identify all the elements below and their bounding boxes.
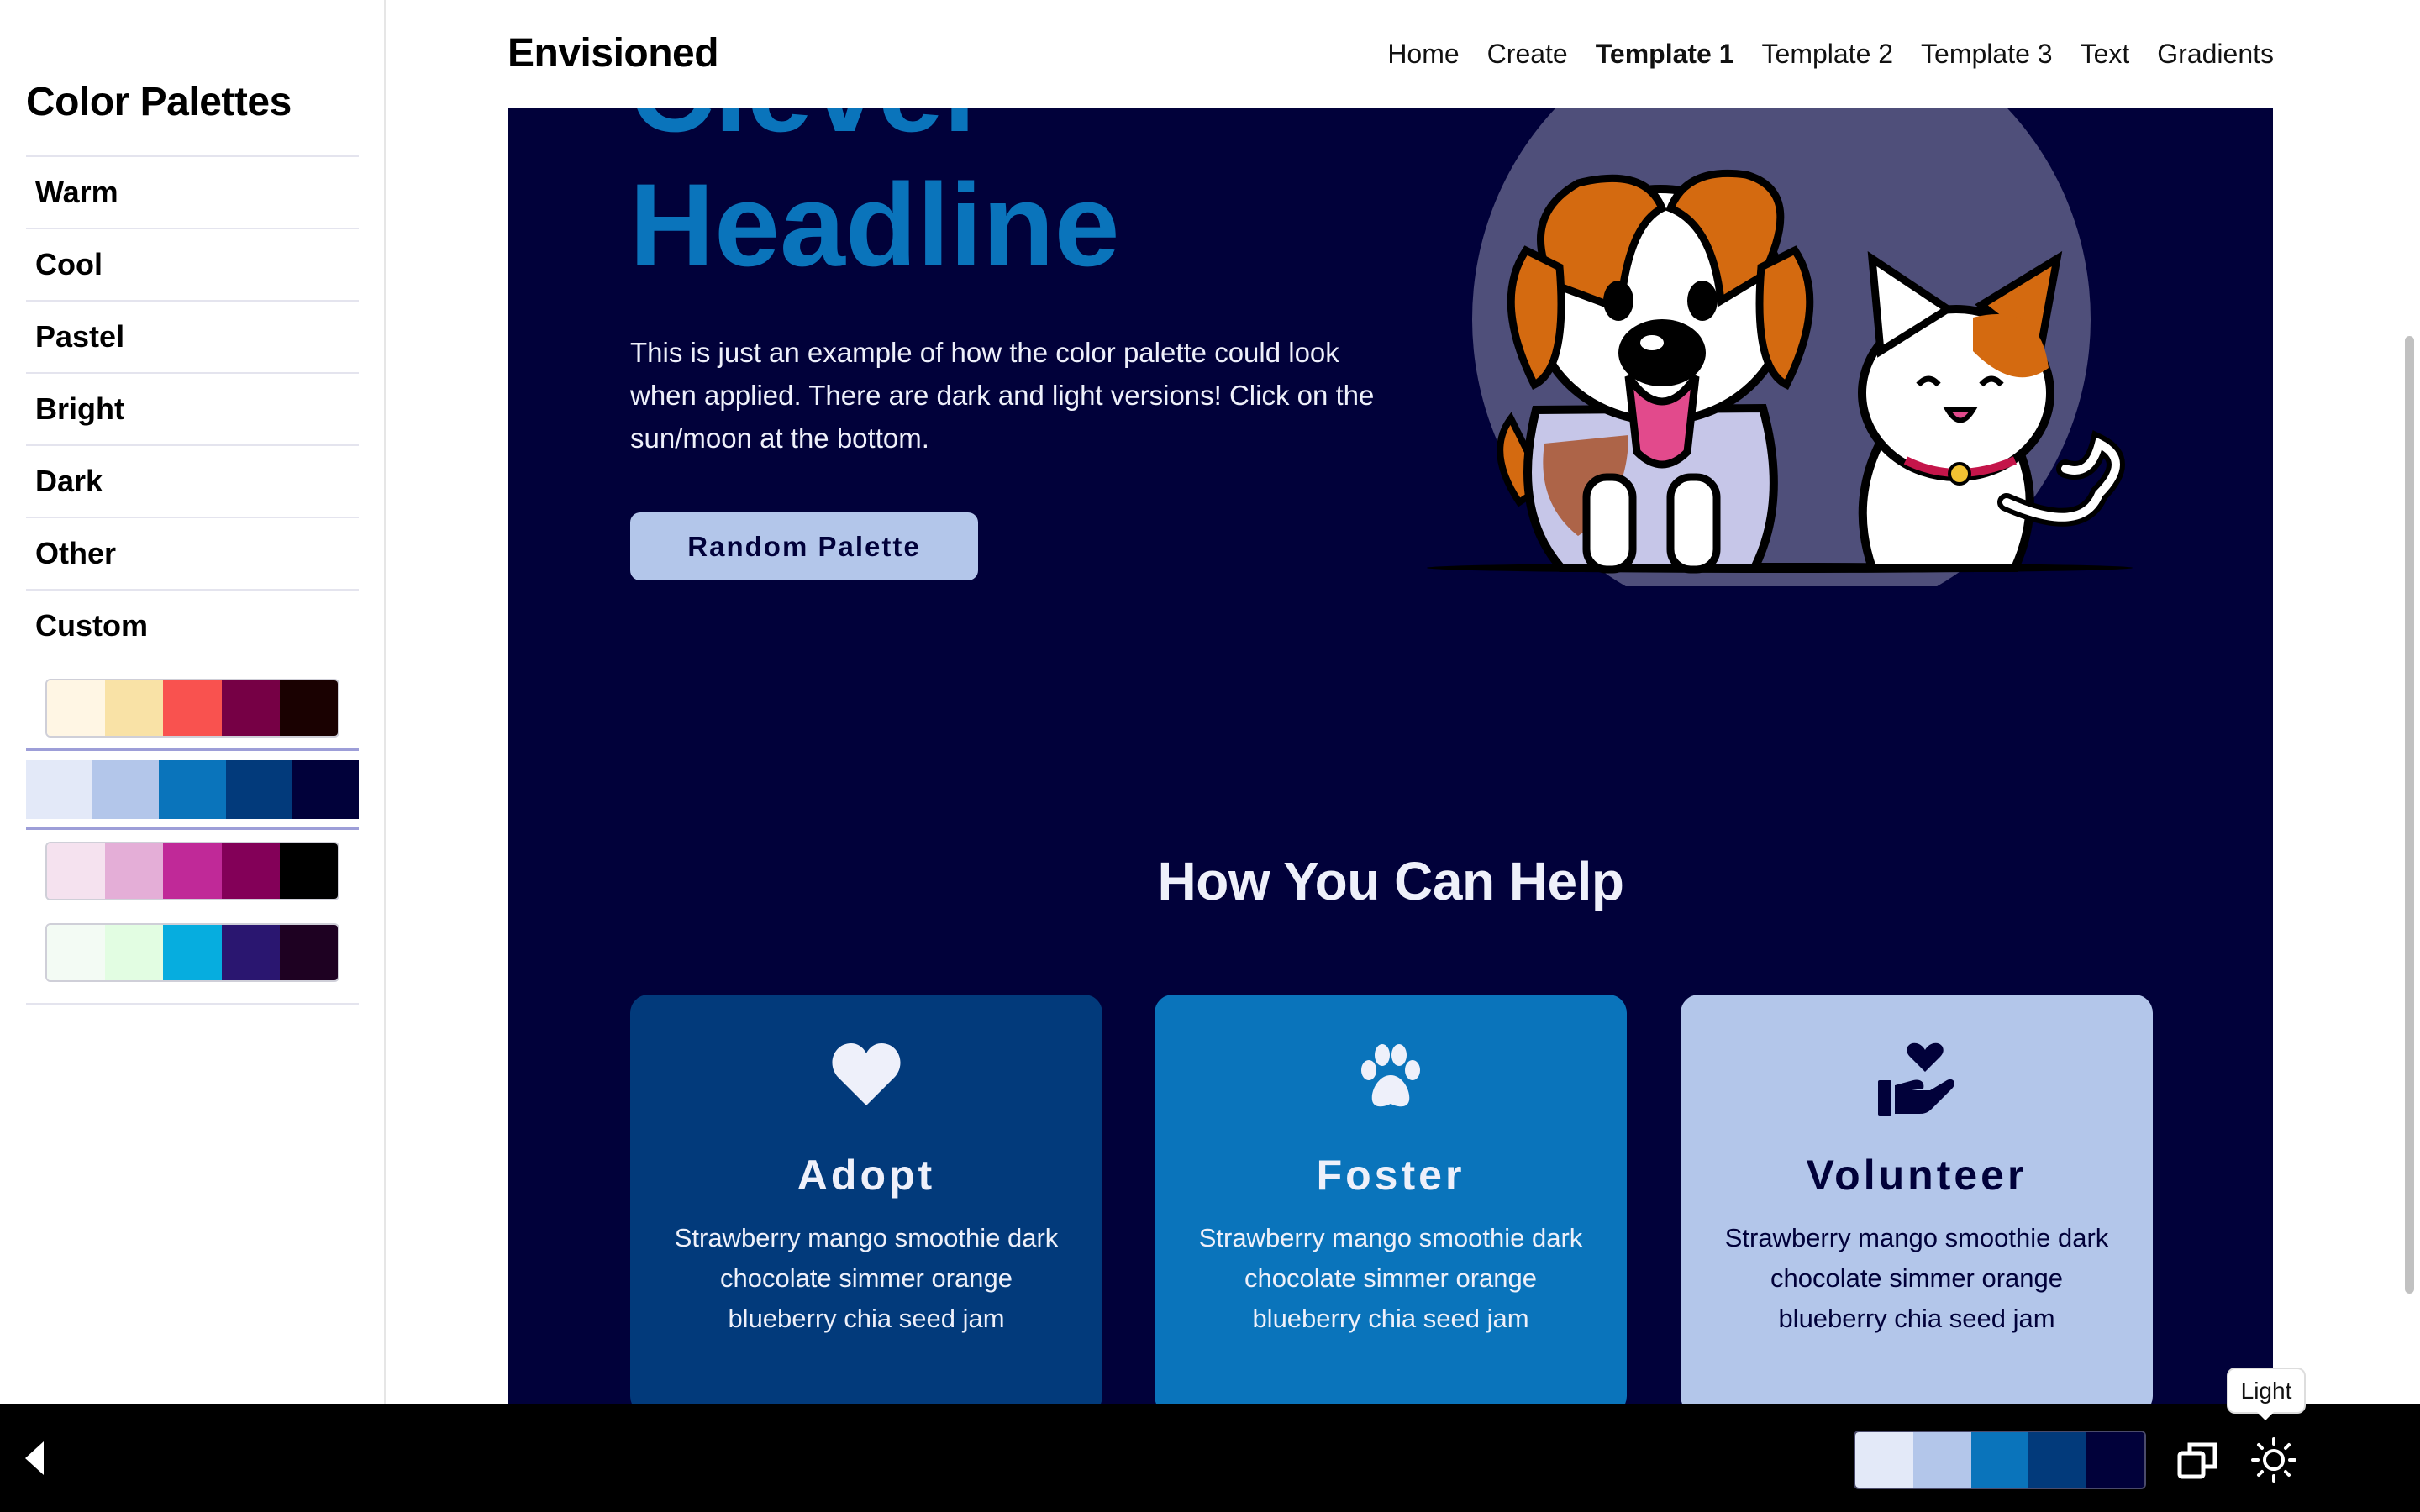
sidebar-item-cool[interactable]: Cool [26,228,359,300]
palette-swatch-bar [45,841,339,900]
sidebar-divider [26,1003,359,1005]
copy-icon[interactable] [2176,1440,2220,1480]
color-chip[interactable] [105,924,164,980]
palette-swatch-bar [45,678,339,738]
color-chip[interactable] [2028,1432,2087,1488]
sidebar-item-other[interactable]: Other [26,517,359,589]
card-title: Adopt [797,1152,936,1199]
nav-template-3[interactable]: Template 3 [1921,39,2053,70]
color-chip[interactable] [26,759,93,819]
nav-gradients[interactable]: Gradients [2157,39,2274,70]
color-chip[interactable] [163,843,222,899]
color-chip[interactable] [163,924,222,980]
template-preview: Clever Headline This is just an example … [508,108,2273,1404]
adopt-card[interactable]: Adopt Strawberry mango smoothie dark cho… [630,995,1102,1404]
custom-palette-4[interactable] [26,911,359,993]
sidebar-item-custom[interactable]: Custom [26,589,359,661]
nav-text[interactable]: Text [2081,39,2130,70]
color-chip[interactable] [279,924,338,980]
hero-headline: Clever Headline [629,108,1120,292]
color-chip[interactable] [105,843,164,899]
nav-home[interactable]: Home [1387,39,1459,70]
main-nav: Home Create Template 1 Template 2 Templa… [1387,39,2274,70]
color-chip[interactable] [1912,1432,1971,1488]
color-chip[interactable] [221,843,280,899]
color-chip[interactable] [47,680,106,736]
paw-icon [1155,1042,1627,1117]
brand-logo[interactable]: Envisioned [508,30,719,76]
custom-palette-1[interactable] [26,667,359,748]
tooltip-arrow [2257,1412,2274,1420]
color-chip[interactable] [221,680,280,736]
custom-palette-list [26,667,359,993]
palette-category-list: Warm Cool Pastel Bright Dark Other Custo… [26,155,359,661]
color-chip[interactable] [159,759,226,819]
sidebar-item-dark[interactable]: Dark [26,444,359,517]
headline-line-1: Clever [629,108,989,156]
nav-template-1[interactable]: Template 1 [1596,39,1734,70]
color-chip[interactable] [279,680,338,736]
color-chip[interactable] [105,680,164,736]
palette-sidebar: Color Palettes Warm Cool Pastel Bright D… [0,0,386,1404]
card-title: Volunteer [1806,1152,2028,1199]
nav-template-2[interactable]: Template 2 [1762,39,1894,70]
dog-and-cat-illustration [1427,108,2133,586]
theme-tooltip: Light [2227,1368,2306,1414]
foster-card[interactable]: Foster Strawberry mango smoothie dark ch… [1155,995,1627,1404]
color-chip[interactable] [47,843,106,899]
sidebar-item-bright[interactable]: Bright [26,372,359,444]
hero-body-text: This is just an example of how the color… [630,337,1375,454]
bottom-toolbar [0,1404,2420,1512]
palette-swatch-bar [45,922,339,982]
current-palette-preview[interactable] [1854,1431,2146,1489]
card-text: Strawberry mango smoothie dark chocolate… [674,1223,1059,1333]
color-chip[interactable] [221,924,280,980]
hand-heart-icon [1681,1042,2153,1117]
random-palette-button[interactable]: Random Palette [630,512,978,580]
volunteer-card[interactable]: Volunteer Strawberry mango smoothie dark… [1681,995,2153,1404]
sidebar-item-warm[interactable]: Warm [26,155,359,228]
custom-palette-2[interactable] [26,748,359,830]
color-chip[interactable] [1970,1432,2029,1488]
card-title: Foster [1316,1152,1465,1199]
nav-create[interactable]: Create [1487,39,1568,70]
top-navigation-bar: Envisioned Home Create Template 1 Templa… [386,0,2420,108]
section-title: How You Can Help [1157,851,1625,911]
color-chip[interactable] [47,924,106,980]
custom-palette-3[interactable] [26,830,359,911]
heart-icon [630,1042,1102,1117]
color-chip[interactable] [292,759,359,819]
sun-icon[interactable] [2250,1436,2297,1483]
sidebar-item-pastel[interactable]: Pastel [26,300,359,372]
color-chip[interactable] [279,843,338,899]
back-arrow-icon[interactable] [18,1438,52,1478]
scrollbar-thumb[interactable] [2405,336,2414,1294]
headline-line-2: Headline [629,159,1120,291]
color-chip[interactable] [163,680,222,736]
sidebar-title: Color Palettes [26,80,292,124]
color-chip[interactable] [225,759,292,819]
card-text: Strawberry mango smoothie dark chocolate… [1724,1223,2109,1333]
palette-swatch-bar [26,759,359,819]
color-chip[interactable] [2086,1432,2144,1488]
color-chip[interactable] [1855,1432,1913,1488]
card-text: Strawberry mango smoothie dark chocolate… [1198,1223,1583,1333]
color-chip[interactable] [92,759,160,819]
